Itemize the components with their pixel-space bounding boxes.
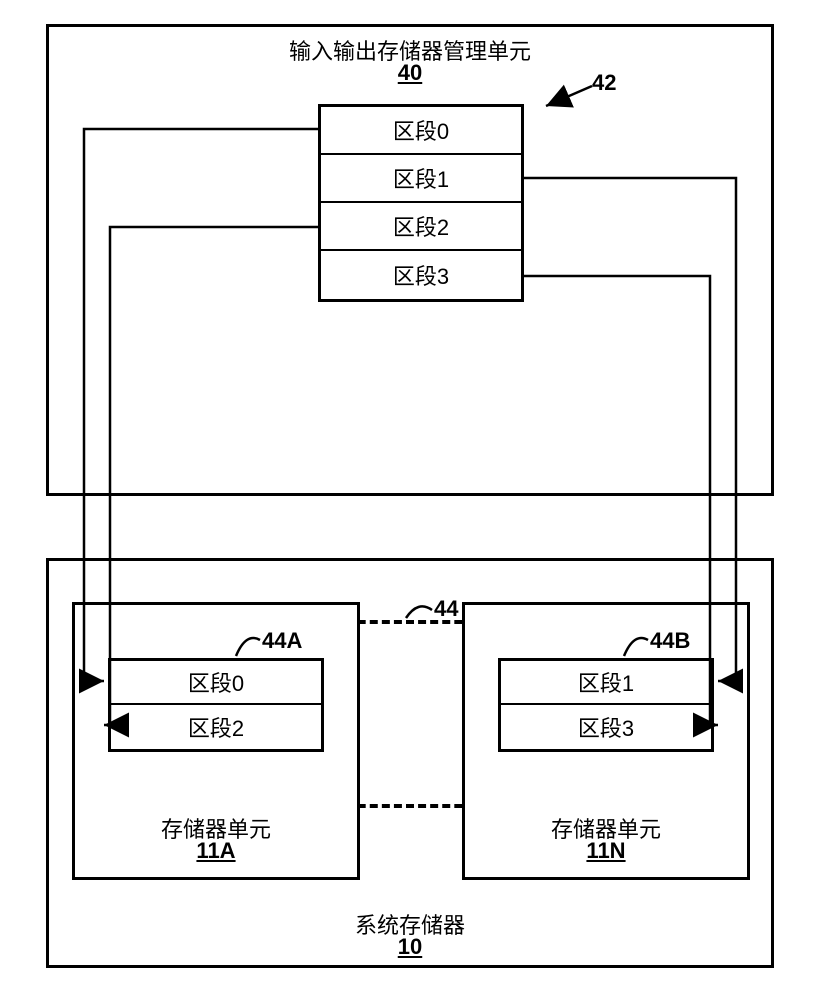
left-table-label: 44A xyxy=(262,628,302,654)
right-unit-id: 11N xyxy=(462,838,750,864)
right-table-label: 44B xyxy=(650,628,690,654)
right-seg-row-0: 区段1 xyxy=(501,661,711,705)
right-seg-row-1: 区段3 xyxy=(501,705,711,749)
left-unit-id: 11A xyxy=(72,838,360,864)
tlb-pointer-label: 42 xyxy=(592,70,616,96)
system-memory-id: 10 xyxy=(46,934,774,960)
left-segment-table: 区段0 区段2 xyxy=(108,658,324,752)
left-seg-row-0: 区段0 xyxy=(111,661,321,705)
segment-row-0: 区段0 xyxy=(321,107,521,155)
iommu-id: 40 xyxy=(46,60,774,86)
segment-row-2: 区段2 xyxy=(321,203,521,251)
right-segment-table: 区段1 区段3 xyxy=(498,658,714,752)
left-seg-row-1: 区段2 xyxy=(111,705,321,749)
segment-row-1: 区段1 xyxy=(321,155,521,203)
distributed-table-label: 44 xyxy=(434,596,458,622)
segment-table: 区段0 区段1 区段2 区段3 xyxy=(318,104,524,302)
segment-row-3: 区段3 xyxy=(321,251,521,299)
diagram-stage: 输入输出存储器管理单元 40 42 区段0 区段1 区段2 区段3 44 44A… xyxy=(0,0,820,1000)
